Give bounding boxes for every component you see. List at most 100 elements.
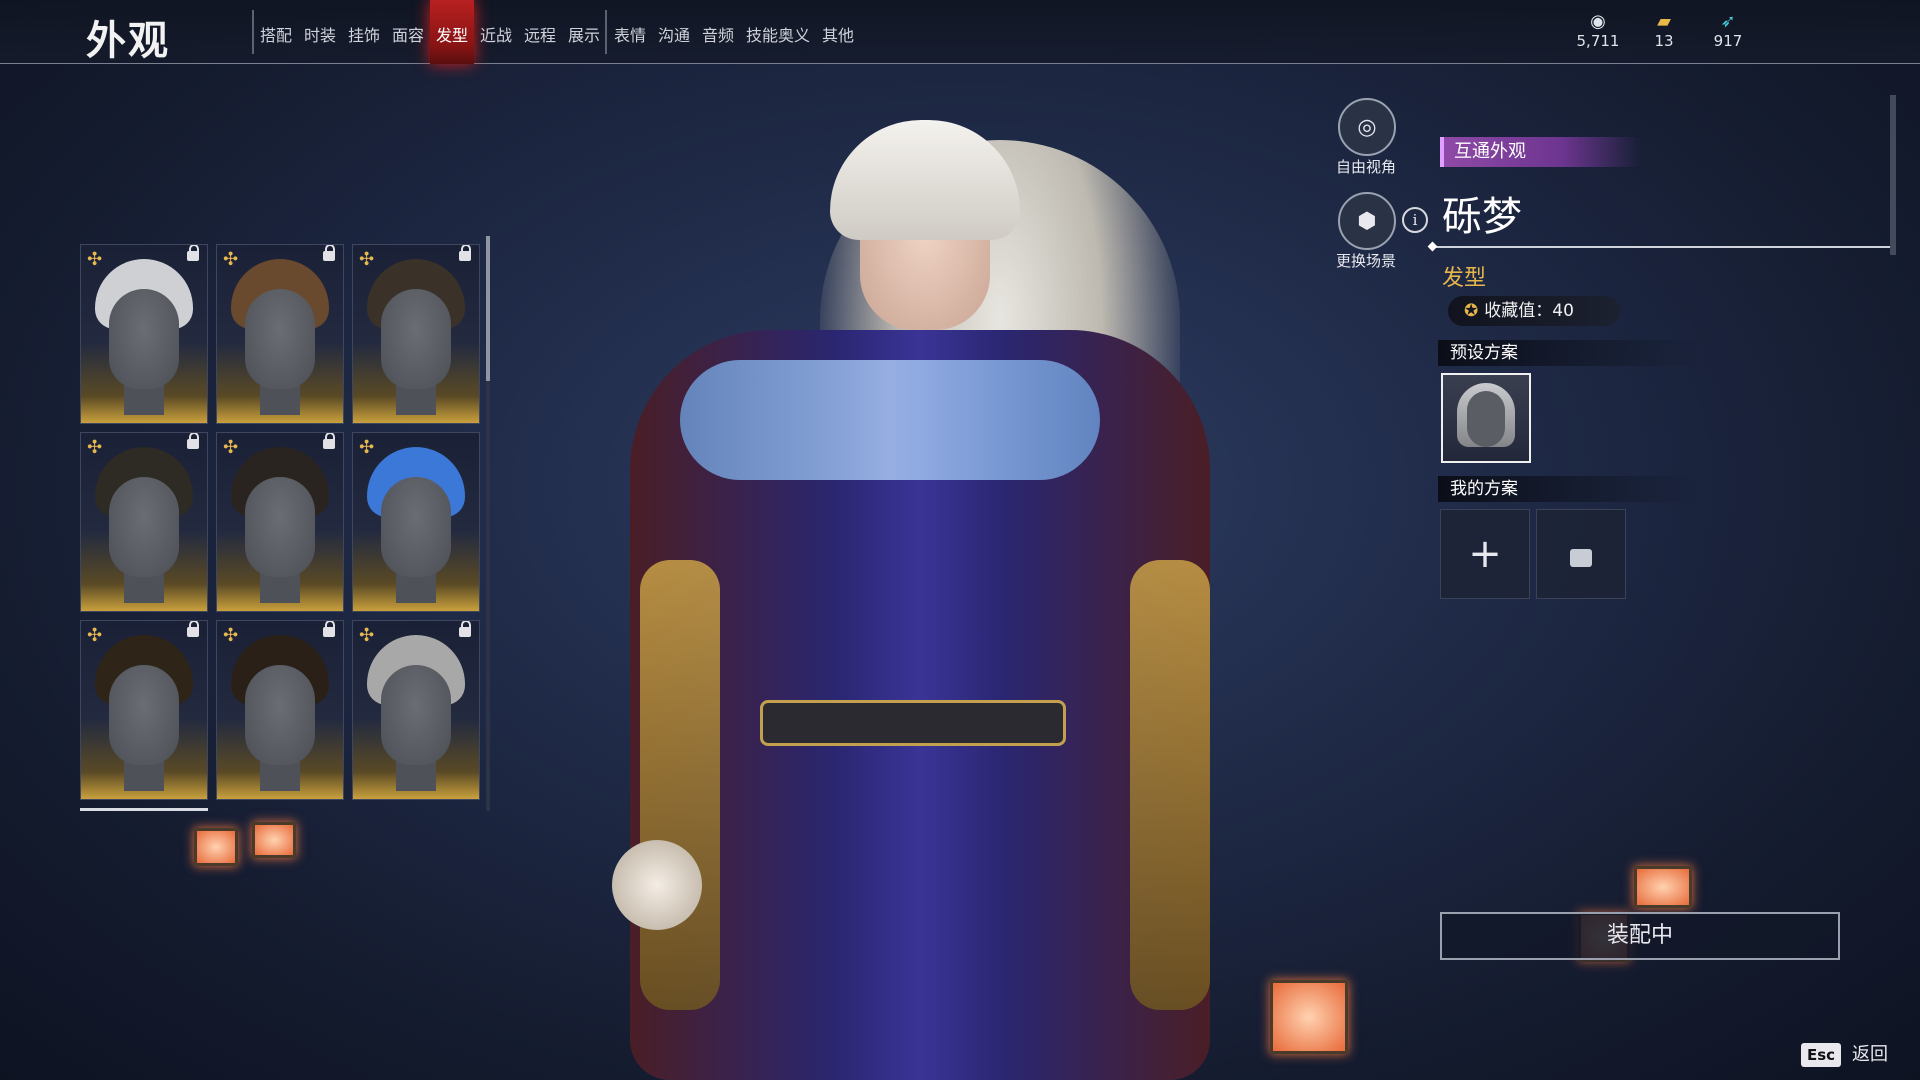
currency-ticket: ▰ 13 xyxy=(1634,11,1694,51)
lock-icon xyxy=(1570,549,1592,567)
hairstyle-card[interactable]: ✣ xyxy=(352,432,480,612)
info-icon[interactable]: i xyxy=(1402,207,1428,233)
mannequin-head xyxy=(381,289,451,389)
lantern-decoration xyxy=(194,828,238,866)
item-type: 发型 xyxy=(1442,266,1487,291)
ticket-icon: ▰ xyxy=(1657,11,1671,32)
rarity-icon: ✣ xyxy=(87,625,103,646)
rarity-icon: ✣ xyxy=(359,625,375,646)
tab-separator xyxy=(252,10,254,54)
add-scheme-button[interactable]: + xyxy=(1440,509,1530,599)
tab-accessory[interactable]: 挂饰 xyxy=(348,22,380,46)
pet-hamster xyxy=(612,840,702,930)
lock-icon xyxy=(459,245,471,261)
character-belt xyxy=(760,700,1066,746)
tab-face[interactable]: 面容 xyxy=(392,22,424,46)
change-scene-label: 更换场景 xyxy=(1335,252,1396,270)
currency-coin-value: 5,711 xyxy=(1576,32,1620,50)
currency-feather: ➶ 917 xyxy=(1698,11,1758,51)
tab-hairstyle[interactable]: 发型 xyxy=(436,22,468,46)
lock-icon xyxy=(323,245,335,261)
tab-ranged[interactable]: 远程 xyxy=(524,22,556,46)
feather-icon: ➶ xyxy=(1720,11,1736,32)
mannequin-head xyxy=(109,665,179,765)
name-divider-dot xyxy=(1427,241,1438,252)
shared-appearance-tag: 互通外观 xyxy=(1440,137,1640,167)
collection-value: 收藏值：40 xyxy=(1484,301,1574,321)
mannequin-head xyxy=(245,665,315,765)
tab-fashion[interactable]: 时装 xyxy=(304,22,336,46)
lock-icon xyxy=(187,621,199,637)
page-title: 外观 xyxy=(86,18,170,64)
top-bar-divider xyxy=(0,63,1920,64)
plus-icon: + xyxy=(1468,531,1502,577)
tab-melee[interactable]: 近战 xyxy=(480,22,512,46)
tab-skill-ultimate[interactable]: 技能奥义 xyxy=(746,22,810,46)
hairstyle-card[interactable]: ✣ xyxy=(352,244,480,424)
hairstyle-card[interactable]: ✣ xyxy=(80,620,208,800)
character-right-arm xyxy=(1130,560,1210,1010)
equip-button[interactable]: 装配中 xyxy=(1440,912,1840,960)
tab-communicate[interactable]: 沟通 xyxy=(658,22,690,46)
hairstyle-card[interactable]: ✣ xyxy=(80,432,208,612)
hairstyle-card[interactable]: ✣ xyxy=(216,620,344,800)
tab-outfit[interactable]: 搭配 xyxy=(260,22,292,46)
mannequin-head xyxy=(245,289,315,389)
currency-ticket-value: 13 xyxy=(1654,32,1674,50)
grid-scrollbar-thumb[interactable] xyxy=(486,236,490,381)
lock-icon xyxy=(323,621,335,637)
rarity-icon: ✣ xyxy=(223,625,239,646)
rarity-icon: ✣ xyxy=(359,249,375,270)
lock-icon xyxy=(187,433,199,449)
detail-scrollbar[interactable] xyxy=(1890,95,1896,255)
free-view-label: 自由视角 xyxy=(1335,158,1396,176)
character-shoulder-armor xyxy=(680,360,1100,480)
mannequin-head xyxy=(109,289,179,389)
grid-selection-underline xyxy=(80,808,208,811)
rarity-icon: ✣ xyxy=(223,437,239,458)
name-divider xyxy=(1432,246,1892,248)
collection-icon: ✪ xyxy=(1464,301,1479,321)
collection-value-badge: ✪ 收藏值：40 xyxy=(1448,296,1620,326)
lantern-decoration xyxy=(1270,980,1348,1054)
tab-other[interactable]: 其他 xyxy=(822,22,854,46)
camera-icon: ◎ xyxy=(1357,114,1377,140)
character-left-arm xyxy=(640,560,720,1010)
preset-head-thumb xyxy=(1467,391,1505,447)
esc-key-hint: Esc xyxy=(1801,1043,1842,1067)
rarity-icon: ✣ xyxy=(359,437,375,458)
lantern-decoration xyxy=(252,822,296,858)
hairstyle-card[interactable]: ✣ xyxy=(216,432,344,612)
character-hair-front xyxy=(830,120,1020,240)
locked-scheme-slot[interactable] xyxy=(1536,509,1626,599)
tab-display[interactable]: 展示 xyxy=(568,22,600,46)
cube-icon: ⬢ xyxy=(1357,208,1377,234)
hairstyle-card[interactable]: ✣ xyxy=(80,244,208,424)
lock-icon xyxy=(187,245,199,261)
lantern-decoration xyxy=(1634,866,1692,908)
preset-scheme-header: 预设方案 xyxy=(1438,340,1700,366)
tab-emote[interactable]: 表情 xyxy=(614,22,646,46)
mannequin-head xyxy=(381,477,451,577)
lock-icon xyxy=(459,621,471,637)
mannequin-head xyxy=(245,477,315,577)
mannequin-head xyxy=(381,665,451,765)
rarity-icon: ✣ xyxy=(223,249,239,270)
tab-audio[interactable]: 音频 xyxy=(702,22,734,46)
hairstyle-card[interactable]: ✣ xyxy=(352,620,480,800)
my-scheme-header: 我的方案 xyxy=(1438,476,1700,502)
change-scene-button[interactable]: ⬢ xyxy=(1338,192,1396,250)
mannequin-head xyxy=(109,477,179,577)
currency-feather-value: 917 xyxy=(1713,32,1743,50)
item-name: 砾梦 xyxy=(1442,194,1522,240)
preset-scheme-slot[interactable] xyxy=(1441,373,1531,463)
coin-icon: ◉ xyxy=(1590,11,1606,32)
rarity-icon: ✣ xyxy=(87,437,103,458)
rarity-icon: ✣ xyxy=(87,249,103,270)
hairstyle-card[interactable]: ✣ xyxy=(216,244,344,424)
currency-coin: ◉ 5,711 xyxy=(1568,11,1628,51)
back-button[interactable]: 返回 xyxy=(1852,1043,1888,1067)
tab-separator xyxy=(605,10,607,54)
free-view-button[interactable]: ◎ xyxy=(1338,98,1396,156)
lock-icon xyxy=(323,433,335,449)
